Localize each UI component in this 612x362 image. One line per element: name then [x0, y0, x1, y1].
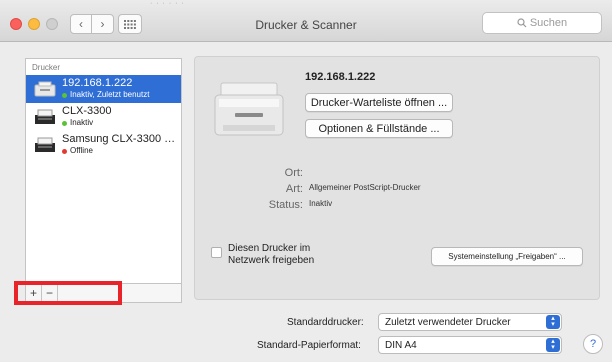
printer-list-header: Drucker [32, 63, 61, 72]
title-bar-residue: · · · · · · [150, 0, 185, 7]
printer-icon [214, 82, 284, 136]
share-printer-option: Diesen Drucker im Netzwerk freigeben [211, 243, 314, 267]
status-value: Inaktiv [309, 199, 333, 208]
printer-item-clx-3300[interactable]: CLX-3300 Inaktiv [26, 103, 181, 131]
status-dot-green [62, 120, 67, 126]
default-printer-label: Standarddrucker: [287, 317, 364, 328]
printers-scanners-window: · · · · · · ‹ › Drucker & Scanner Suchen… [0, 0, 612, 362]
printer-detail-panel: 192.168.1.222 Drucker-Warteliste öffnen … [194, 56, 600, 300]
printer-status-text: Offline [70, 146, 93, 155]
share-printer-checkbox[interactable] [211, 247, 222, 258]
printer-icon [34, 81, 56, 97]
search-placeholder: Suchen [529, 17, 568, 29]
printer-title: 192.168.1.222 [305, 71, 376, 83]
sharing-preferences-button[interactable]: Systemeinstellung „Freigaben“ ... [431, 247, 583, 266]
chevron-updown-icon: ▴ ▾ [546, 338, 560, 352]
printer-name: 192.168.1.222 [62, 77, 133, 89]
status-dot-green [62, 92, 67, 98]
location-label: Ort: [284, 167, 303, 179]
printer-icon [35, 109, 55, 124]
paper-size-select[interactable]: DIN A4 ▴ ▾ [378, 336, 562, 354]
share-label-line2: Netzwerk freigeben [228, 255, 315, 266]
share-printer-label: Diesen Drucker im Netzwerk freigeben [228, 243, 314, 267]
default-printer-value: Zuletzt verwendeter Drucker [385, 316, 511, 328]
printer-status-text: Inaktiv [70, 118, 94, 127]
printer-name: Samsung CLX-3300 S... [62, 133, 180, 145]
kind-label: Art: [285, 183, 303, 195]
search-icon [517, 18, 527, 28]
printer-icon [35, 137, 55, 152]
printer-item-192-168-1-222[interactable]: 192.168.1.222 Inaktiv, Zuletzt benutzt [26, 75, 181, 103]
printer-name: CLX-3300 [62, 105, 112, 117]
printer-status-text: Inaktiv, Zuletzt benutzt [70, 90, 150, 99]
options-supplies-button[interactable]: Optionen & Füllstände ... [305, 119, 453, 138]
kind-value: Allgemeiner PostScript-Drucker [309, 183, 421, 192]
paper-size-label: Standard-Papierformat: [257, 340, 361, 351]
status-label: Status: [268, 199, 303, 211]
printer-list: Drucker 192.168.1.222 Inaktiv, Zuletzt b… [25, 58, 182, 284]
status-dot-red [62, 148, 67, 154]
paper-size-value: DIN A4 [385, 339, 417, 351]
share-label-line1: Diesen Drucker im [228, 243, 311, 254]
default-printer-select[interactable]: Zuletzt verwendeter Drucker ▴ ▾ [378, 313, 562, 331]
chevron-updown-icon: ▴ ▾ [546, 315, 560, 329]
printer-item-samsung-clx-3300[interactable]: Samsung CLX-3300 S... Offline [26, 131, 181, 159]
open-queue-button[interactable]: Drucker-Warteliste öffnen ... [305, 93, 453, 112]
printer-status: Inaktiv, Zuletzt benutzt [62, 90, 181, 100]
title-bar: · · · · · · ‹ › Drucker & Scanner Suchen [0, 0, 612, 42]
printer-status: Inaktiv [62, 118, 181, 128]
help-button[interactable]: ? [583, 334, 603, 354]
printer-status: Offline [62, 146, 181, 156]
annotation-highlight-box [14, 281, 122, 305]
search-field[interactable]: Suchen [482, 12, 602, 34]
